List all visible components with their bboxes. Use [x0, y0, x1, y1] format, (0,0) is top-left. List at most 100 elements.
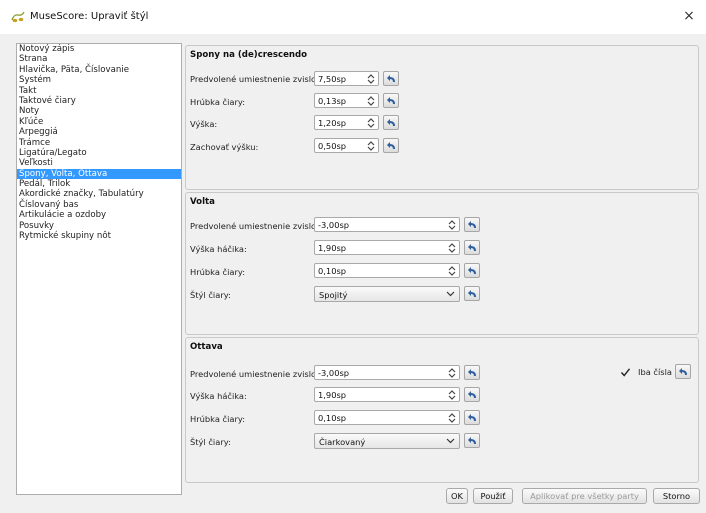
- reset-arrow-icon: [468, 414, 476, 421]
- spinbox-value: 1,90sp: [318, 390, 347, 400]
- reset-arrow-icon: [468, 369, 476, 376]
- group-title: Ottava: [190, 342, 223, 352]
- line-style-dropdown[interactable]: Spojitý: [314, 286, 460, 302]
- list-item[interactable]: Arpeggiá: [17, 127, 181, 137]
- reset-button[interactable]: [464, 217, 480, 232]
- ottava-group: Ottava Predvolené umiestnenie zvislo: -3…: [185, 337, 699, 483]
- height-spinbox[interactable]: 1,20sp: [314, 115, 379, 130]
- group-title: Volta: [190, 197, 215, 207]
- list-item[interactable]: Notový zápis: [17, 44, 181, 54]
- list-item[interactable]: Kľúče: [17, 117, 181, 127]
- line-style-dropdown[interactable]: Čiarkovaný: [314, 433, 460, 449]
- reset-button[interactable]: [383, 115, 399, 130]
- chevron-down-icon: [446, 291, 455, 297]
- reset-arrow-icon: [468, 391, 476, 398]
- field-label: Hrúbka čiary:: [190, 97, 246, 107]
- list-item[interactable]: Hlavička, Päta, Číslovanie: [17, 65, 181, 75]
- list-item[interactable]: Takt: [17, 86, 181, 96]
- spinbox-value: 0,10sp: [318, 413, 347, 423]
- list-item[interactable]: Rytmické skupiny nôt: [17, 231, 181, 241]
- spinbox-arrows-icon[interactable]: [447, 265, 457, 277]
- cancel-button[interactable]: Storno: [653, 488, 700, 504]
- spinbox-arrows-icon[interactable]: [447, 219, 457, 231]
- list-item[interactable]: Taktové čiary: [17, 96, 181, 106]
- spinbox-arrows-icon[interactable]: [366, 140, 376, 152]
- numbers-only-label: Iba čísla: [638, 367, 673, 377]
- spinbox-value: 1,90sp: [318, 243, 347, 253]
- spinbox-value: -3,00sp: [318, 368, 350, 378]
- reset-button[interactable]: [464, 387, 480, 402]
- continue-height-spinbox[interactable]: 0,50sp: [314, 138, 379, 153]
- list-item[interactable]: Strana: [17, 54, 181, 64]
- field-label: Predvolené umiestnenie zvislo:: [190, 221, 319, 231]
- reset-button[interactable]: [464, 240, 480, 255]
- field-label: Výška:: [190, 119, 218, 129]
- list-item[interactable]: Veľkosti: [17, 158, 181, 168]
- list-item[interactable]: Artikulácie a ozdoby: [17, 210, 181, 220]
- field-label: Výška háčika:: [190, 391, 247, 401]
- spinbox-arrows-icon[interactable]: [366, 95, 376, 107]
- spinbox-arrows-icon[interactable]: [366, 117, 376, 129]
- chevron-down-icon: [446, 438, 455, 444]
- placement-spinbox[interactable]: 7,50sp: [314, 71, 379, 86]
- title-bar: MuseScore: Upraviť štýl ×: [0, 0, 706, 34]
- list-item-selected[interactable]: Spony, Volta, Ottava: [17, 168, 181, 180]
- style-category-list[interactable]: Notový zápis Strana Hlavička, Päta, Čísl…: [16, 43, 182, 495]
- musescore-app-icon: [11, 11, 25, 23]
- spinbox-arrows-icon[interactable]: [447, 242, 457, 254]
- spinbox-value: -3,00sp: [318, 220, 350, 230]
- list-item[interactable]: Pedál, Trilok: [17, 179, 181, 189]
- apply-button[interactable]: Použiť: [473, 488, 513, 504]
- reset-arrow-icon: [387, 97, 395, 104]
- list-item[interactable]: Ligatúra/Legato: [17, 148, 181, 158]
- spinbox-value: 1,20sp: [318, 118, 347, 128]
- reset-button[interactable]: [383, 71, 399, 86]
- dropdown-value: Čiarkovaný: [319, 437, 366, 447]
- spinbox-arrows-icon[interactable]: [447, 412, 457, 424]
- reset-arrow-icon: [468, 290, 476, 297]
- group-title: Spony na (de)crescendo: [190, 50, 308, 60]
- hairpin-group: Spony na (de)crescendo Predvolené umiest…: [185, 45, 699, 190]
- reset-button[interactable]: [675, 364, 691, 379]
- reset-button[interactable]: [464, 433, 480, 448]
- list-item[interactable]: Trámce: [17, 138, 181, 148]
- spinbox-arrows-icon[interactable]: [366, 73, 376, 85]
- list-item[interactable]: Noty: [17, 106, 181, 116]
- reset-button[interactable]: [383, 138, 399, 153]
- list-item[interactable]: Akordické značky, Tabulatúry: [17, 189, 181, 199]
- list-item[interactable]: Číslovaný bas: [17, 200, 181, 210]
- hook-height-spinbox[interactable]: 1,90sp: [314, 240, 460, 255]
- reset-button[interactable]: [464, 263, 480, 278]
- ok-button[interactable]: OK: [446, 488, 468, 504]
- field-label: Výška háčika:: [190, 244, 247, 254]
- spinbox-value: 0,50sp: [318, 141, 347, 151]
- reset-arrow-icon: [468, 221, 476, 228]
- spinbox-arrows-icon[interactable]: [447, 389, 457, 401]
- line-width-spinbox[interactable]: 0,10sp: [314, 410, 460, 425]
- list-item[interactable]: Systém: [17, 75, 181, 85]
- field-label: Hrúbka čiary:: [190, 267, 246, 277]
- close-icon[interactable]: ×: [681, 8, 697, 24]
- reset-button[interactable]: [464, 365, 480, 380]
- reset-button[interactable]: [464, 286, 480, 301]
- spinbox-arrows-icon[interactable]: [447, 367, 457, 379]
- spinbox-value: 7,50sp: [318, 74, 347, 84]
- apply-all-parts-button[interactable]: Aplikovať pre všetky party: [522, 488, 647, 504]
- line-width-spinbox[interactable]: 0,13sp: [314, 93, 379, 108]
- reset-button[interactable]: [464, 410, 480, 425]
- field-label: Predvolené umiestnenie zvislo:: [190, 74, 319, 84]
- field-label: Hrúbka čiary:: [190, 414, 246, 424]
- line-width-spinbox[interactable]: 0,10sp: [314, 263, 460, 278]
- spinbox-value: 0,10sp: [318, 266, 347, 276]
- placement-spinbox[interactable]: -3,00sp: [314, 365, 460, 380]
- reset-button[interactable]: [383, 93, 399, 108]
- reset-arrow-icon: [387, 75, 395, 82]
- spinbox-value: 0,13sp: [318, 96, 347, 106]
- placement-spinbox[interactable]: -3,00sp: [314, 217, 460, 232]
- hook-height-spinbox[interactable]: 1,90sp: [314, 387, 460, 402]
- list-item[interactable]: Posuvky: [17, 221, 181, 231]
- volta-group: Volta Predvolené umiestnenie zvislo: -3,…: [185, 192, 699, 335]
- reset-arrow-icon: [468, 437, 476, 444]
- reset-arrow-icon: [387, 142, 395, 149]
- numbers-only-checkbox[interactable]: [620, 367, 631, 378]
